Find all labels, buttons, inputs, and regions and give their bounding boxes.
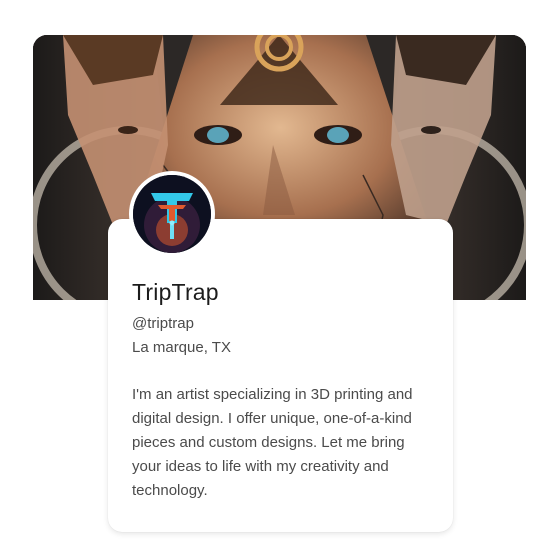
profile-location: La marque, TX <box>132 339 231 356</box>
profile-handle: @triptrap <box>132 315 194 332</box>
avatar-image <box>133 175 211 253</box>
avatar[interactable] <box>129 171 215 257</box>
profile-name: TripTrap <box>132 279 219 305</box>
profile-bio: I'm an artist specializing in 3D printin… <box>132 386 413 499</box>
